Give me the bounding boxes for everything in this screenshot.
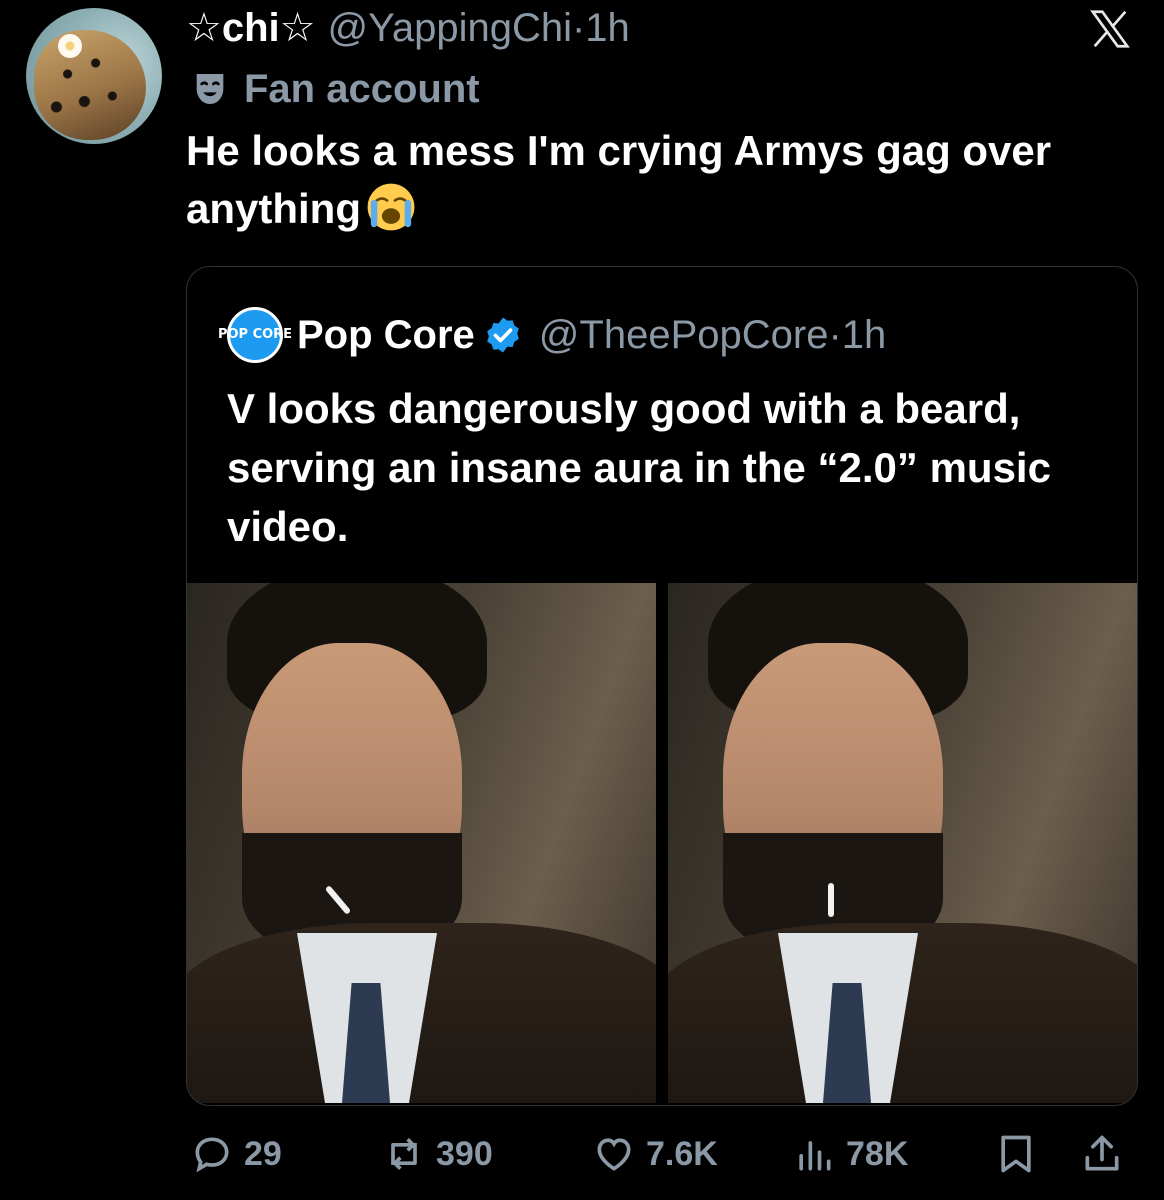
media-photo-1[interactable] [187, 583, 656, 1103]
quoted-time[interactable]: ·1h [828, 313, 886, 358]
tweet-time[interactable]: ·1h [572, 6, 630, 51]
photo-lollipop-stick [828, 883, 834, 917]
like-button[interactable]: 7.6K [592, 1128, 718, 1180]
author-avatar[interactable] [26, 8, 162, 144]
tweet-text-body: He looks a mess I'm crying Armys gag ove… [186, 127, 1052, 232]
account-label-text: Fan account [244, 66, 480, 111]
reply-count: 29 [244, 1134, 282, 1173]
views-icon [799, 1141, 831, 1171]
quoted-handle[interactable]: @TheePopCore [539, 313, 829, 358]
quoted-media [187, 583, 1137, 1103]
quoted-author-line: POP CORE Pop Core @TheePopCore ·1h [218, 307, 886, 363]
loudly-crying-face-emoji [367, 183, 415, 231]
reply-icon [195, 1137, 229, 1173]
verified-badge-icon [486, 317, 519, 353]
share-icon [1085, 1135, 1119, 1171]
bookmark-icon [1001, 1135, 1031, 1173]
quoted-tweet-card[interactable]: POP CORE Pop Core @TheePopCore ·1h V loo… [186, 266, 1138, 1106]
reply-button[interactable]: 29 [190, 1128, 282, 1180]
account-label: Fan account [190, 64, 480, 114]
avatar-flower-image [58, 34, 82, 58]
bookmark-button[interactable] [994, 1128, 1048, 1180]
author-display-name[interactable]: ☆chi☆ [186, 5, 316, 51]
heart-icon [597, 1138, 631, 1171]
quoted-tweet-text: V looks dangerously good with a beard, s… [227, 385, 1051, 550]
repost-button[interactable]: 390 [382, 1128, 493, 1180]
like-count: 7.6K [646, 1134, 718, 1173]
quoted-author-avatar[interactable]: POP CORE [218, 307, 292, 363]
quoted-display-name[interactable]: Pop Core [297, 313, 475, 358]
share-button[interactable] [1080, 1128, 1134, 1180]
author-handle[interactable]: @YappingChi [328, 6, 572, 51]
x-logo-icon [1082, 6, 1138, 54]
tweet-text: He looks a mess I'm crying Armys gag ove… [186, 122, 1146, 238]
avatar-leopard-image [34, 30, 146, 140]
media-photo-2[interactable] [668, 583, 1137, 1103]
views-button[interactable]: 78K [792, 1128, 908, 1180]
action-bar: 29 390 7.6K 78K [186, 1128, 1136, 1180]
author-line: ☆chi☆ @YappingChi ·1h [186, 4, 630, 52]
theater-mask-icon [196, 74, 224, 104]
views-count: 78K [846, 1134, 909, 1173]
repost-count: 390 [436, 1134, 493, 1173]
repost-icon [391, 1138, 417, 1170]
